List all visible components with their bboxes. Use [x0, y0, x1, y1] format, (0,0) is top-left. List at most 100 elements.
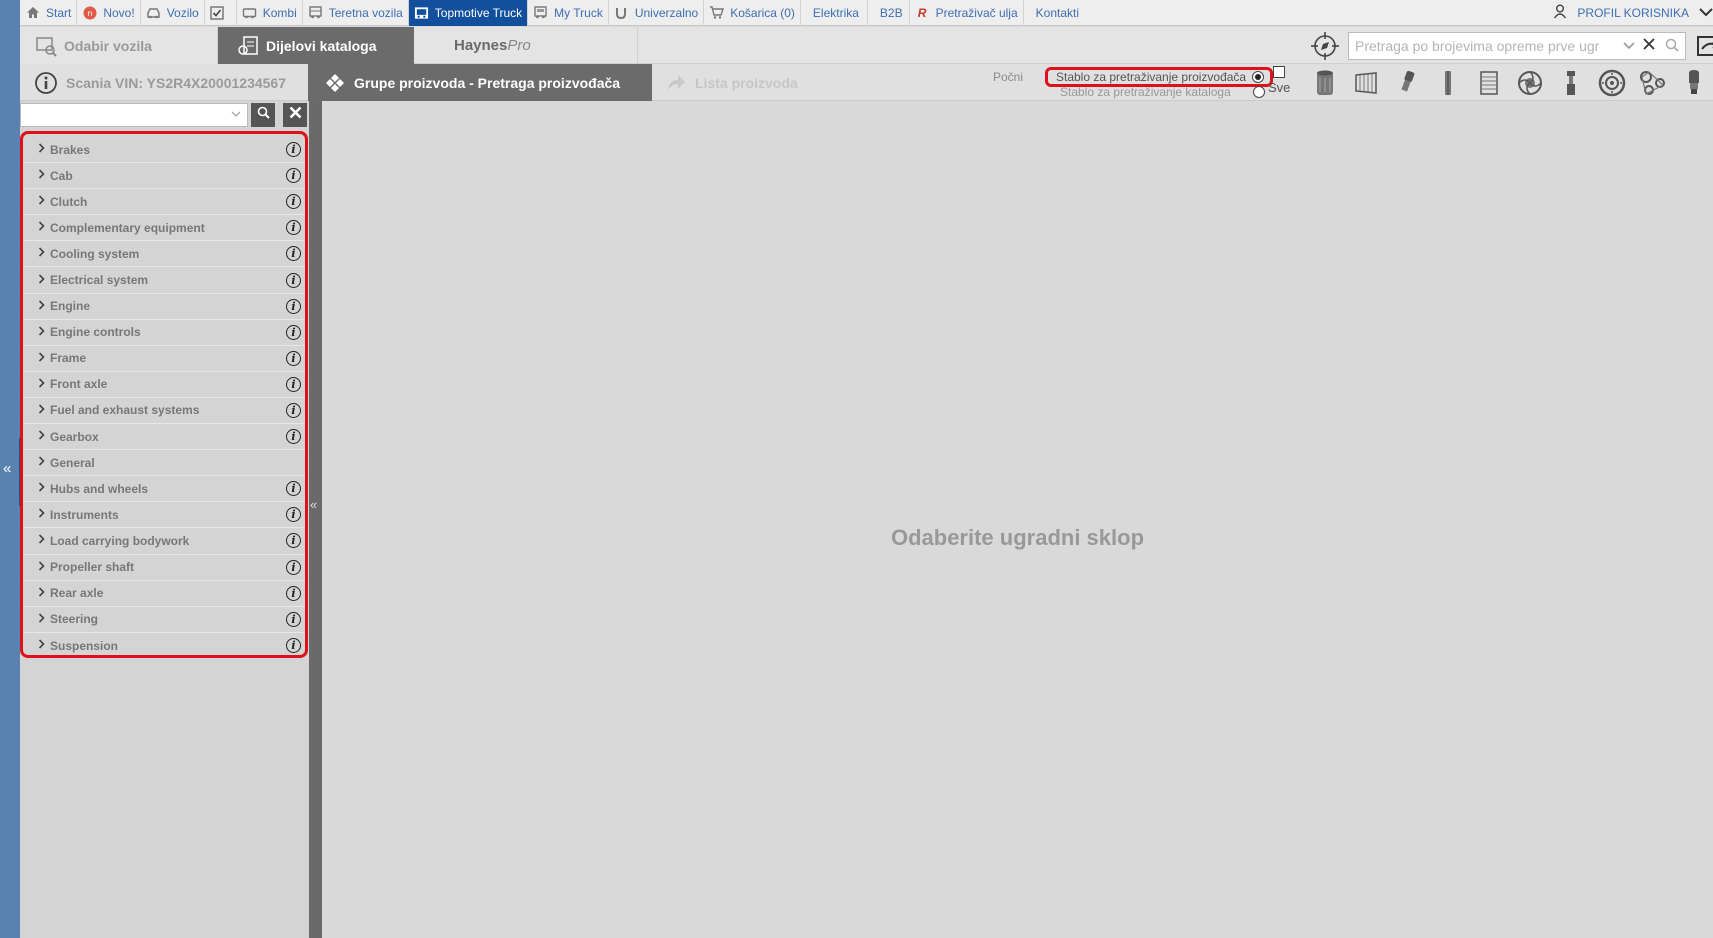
group-item[interactable]: Cooling system i	[23, 241, 305, 268]
nav-vozilo[interactable]: Vozilo	[141, 0, 205, 26]
nav-teretna-vozila[interactable]: Teretna vozila	[303, 0, 409, 26]
chevron-right-icon[interactable]	[38, 221, 50, 234]
equipment-search-box[interactable]	[1348, 32, 1686, 60]
external-catalog-icon[interactable]	[1696, 33, 1713, 59]
chevron-right-icon[interactable]	[38, 326, 50, 339]
sidebar-filter-input[interactable]	[20, 103, 248, 127]
tab-dijelovi-kataloga[interactable]: Dijelovi kataloga	[218, 27, 414, 64]
nav-kosarica[interactable]: Košarica (0)	[704, 0, 801, 26]
chevron-right-icon[interactable]	[38, 534, 50, 547]
group-item[interactable]: Suspension i	[23, 633, 305, 659]
info-icon[interactable]: i	[286, 481, 301, 497]
info-icon[interactable]: i	[286, 298, 301, 314]
radiator-icon[interactable]	[1468, 66, 1509, 100]
bulb-icon[interactable]	[1673, 66, 1713, 100]
group-item[interactable]: Brakes i	[23, 137, 305, 164]
profile-menu[interactable]: PROFIL KORISNIKA	[1553, 0, 1713, 26]
chevron-right-icon[interactable]	[38, 143, 50, 156]
chevron-right-icon[interactable]	[38, 247, 50, 260]
nav-start[interactable]: Start	[20, 0, 78, 26]
group-item[interactable]: Fuel and exhaust systems i	[23, 398, 305, 425]
chevron-down-icon[interactable]	[1623, 39, 1635, 53]
turbo-icon[interactable]	[1509, 66, 1550, 100]
spark-plug-icon[interactable]	[1386, 66, 1427, 100]
equipment-search-input[interactable]	[1355, 38, 1623, 54]
radio-manufacturer[interactable]	[1252, 71, 1265, 83]
nav-my-truck[interactable]: My Truck	[528, 0, 609, 26]
group-item[interactable]: General	[23, 450, 305, 477]
search-icon[interactable]	[1665, 38, 1679, 55]
chevron-right-icon[interactable]	[38, 639, 50, 652]
chevron-right-icon[interactable]	[38, 195, 50, 208]
info-icon[interactable]: i	[286, 638, 301, 654]
nav-check[interactable]	[205, 0, 237, 26]
chevron-right-icon[interactable]	[38, 482, 50, 495]
info-icon[interactable]: i	[286, 585, 301, 601]
collapse-sidebar-icon[interactable]: «	[310, 497, 317, 512]
nav-novo[interactable]: n Novo!	[77, 0, 141, 26]
tab-haynespro[interactable]: Haynes Pro	[414, 27, 638, 64]
vehicle-vin-info[interactable]: Scania VIN: YS2R4X20001234567	[34, 64, 286, 101]
nav-b2b[interactable]: B2B	[868, 0, 910, 26]
chevron-right-icon[interactable]	[38, 508, 50, 521]
chevron-right-icon[interactable]	[38, 404, 50, 417]
info-icon[interactable]: i	[286, 142, 301, 158]
tab-grupe-proizvoda[interactable]: Grupe proizvoda - Pretraga proizvođača	[308, 64, 652, 101]
chevron-right-icon[interactable]	[38, 613, 50, 626]
chevron-right-icon[interactable]	[38, 273, 50, 287]
group-item[interactable]: Rear axle i	[23, 581, 305, 607]
oil-filter-icon[interactable]	[1304, 66, 1345, 100]
sve-checkbox[interactable]: Sve	[1268, 66, 1290, 95]
compass-icon[interactable]	[1310, 31, 1340, 61]
chevron-right-icon[interactable]	[38, 378, 50, 391]
group-item[interactable]: Engine i	[23, 294, 305, 320]
info-icon[interactable]: i	[286, 507, 301, 523]
chevron-right-icon[interactable]	[38, 352, 50, 365]
nav-univerzalno[interactable]: Univerzalno	[609, 0, 705, 26]
expand-panel-icon[interactable]: «	[3, 460, 11, 477]
info-icon[interactable]: i	[286, 533, 301, 549]
info-icon[interactable]: i	[286, 402, 301, 418]
nav-kontakti[interactable]: Kontakti	[1024, 0, 1084, 26]
info-icon[interactable]: i	[286, 559, 301, 575]
group-item[interactable]: Instruments i	[23, 502, 305, 529]
info-icon[interactable]: i	[286, 220, 301, 236]
group-item[interactable]: Load carrying bodywork i	[23, 528, 305, 555]
info-icon[interactable]: i	[286, 429, 301, 445]
group-item[interactable]: Frame i	[23, 346, 305, 372]
group-item[interactable]: Steering i	[23, 607, 305, 633]
group-item[interactable]: Complementary equipment i	[23, 215, 305, 242]
clear-icon[interactable]	[1643, 37, 1655, 55]
brake-disc-icon[interactable]	[1591, 66, 1632, 100]
tab-lista-proizvoda[interactable]: Lista proizvoda	[665, 64, 798, 101]
info-icon[interactable]: i	[286, 611, 301, 627]
nav-elektrika[interactable]: Elektrika	[801, 0, 868, 26]
group-item[interactable]: Gearbox i	[23, 424, 305, 451]
sidebar-search-button[interactable]	[251, 103, 275, 127]
left-collapse-strip[interactable]: «	[0, 0, 22, 938]
shock-absorber-icon[interactable]	[1550, 66, 1591, 100]
air-filter-icon[interactable]	[1345, 66, 1386, 100]
info-icon[interactable]: i	[286, 376, 301, 392]
group-item[interactable]: Clutch i	[23, 189, 305, 216]
chevron-right-icon[interactable]	[38, 456, 50, 469]
info-icon[interactable]: i	[286, 168, 301, 184]
tree-option-catalog[interactable]: Stablo za pretraživanje kataloga	[1060, 84, 1265, 100]
info-icon[interactable]: i	[286, 246, 301, 262]
chevron-right-icon[interactable]	[38, 300, 50, 313]
group-item[interactable]: Electrical system i	[23, 267, 305, 294]
info-icon[interactable]: i	[286, 194, 301, 210]
nav-pretrazivac-ulja[interactable]: R Pretraživač ulja	[910, 0, 1024, 26]
wiper-blade-icon[interactable]	[1427, 66, 1468, 100]
sidebar-splitter[interactable]: «	[309, 101, 322, 938]
chevron-right-icon[interactable]	[38, 169, 50, 182]
sve-checkbox-box[interactable]	[1273, 66, 1286, 78]
group-item[interactable]: Front axle i	[23, 372, 305, 398]
chevron-down-icon[interactable]	[1699, 5, 1713, 20]
group-item[interactable]: Engine controls i	[23, 320, 305, 346]
info-icon[interactable]: i	[286, 324, 301, 340]
info-icon[interactable]: i	[286, 350, 301, 366]
sidebar-clear-button[interactable]	[283, 103, 307, 127]
group-item[interactable]: Propeller shaft i	[23, 555, 305, 581]
chevron-right-icon[interactable]	[38, 560, 50, 574]
